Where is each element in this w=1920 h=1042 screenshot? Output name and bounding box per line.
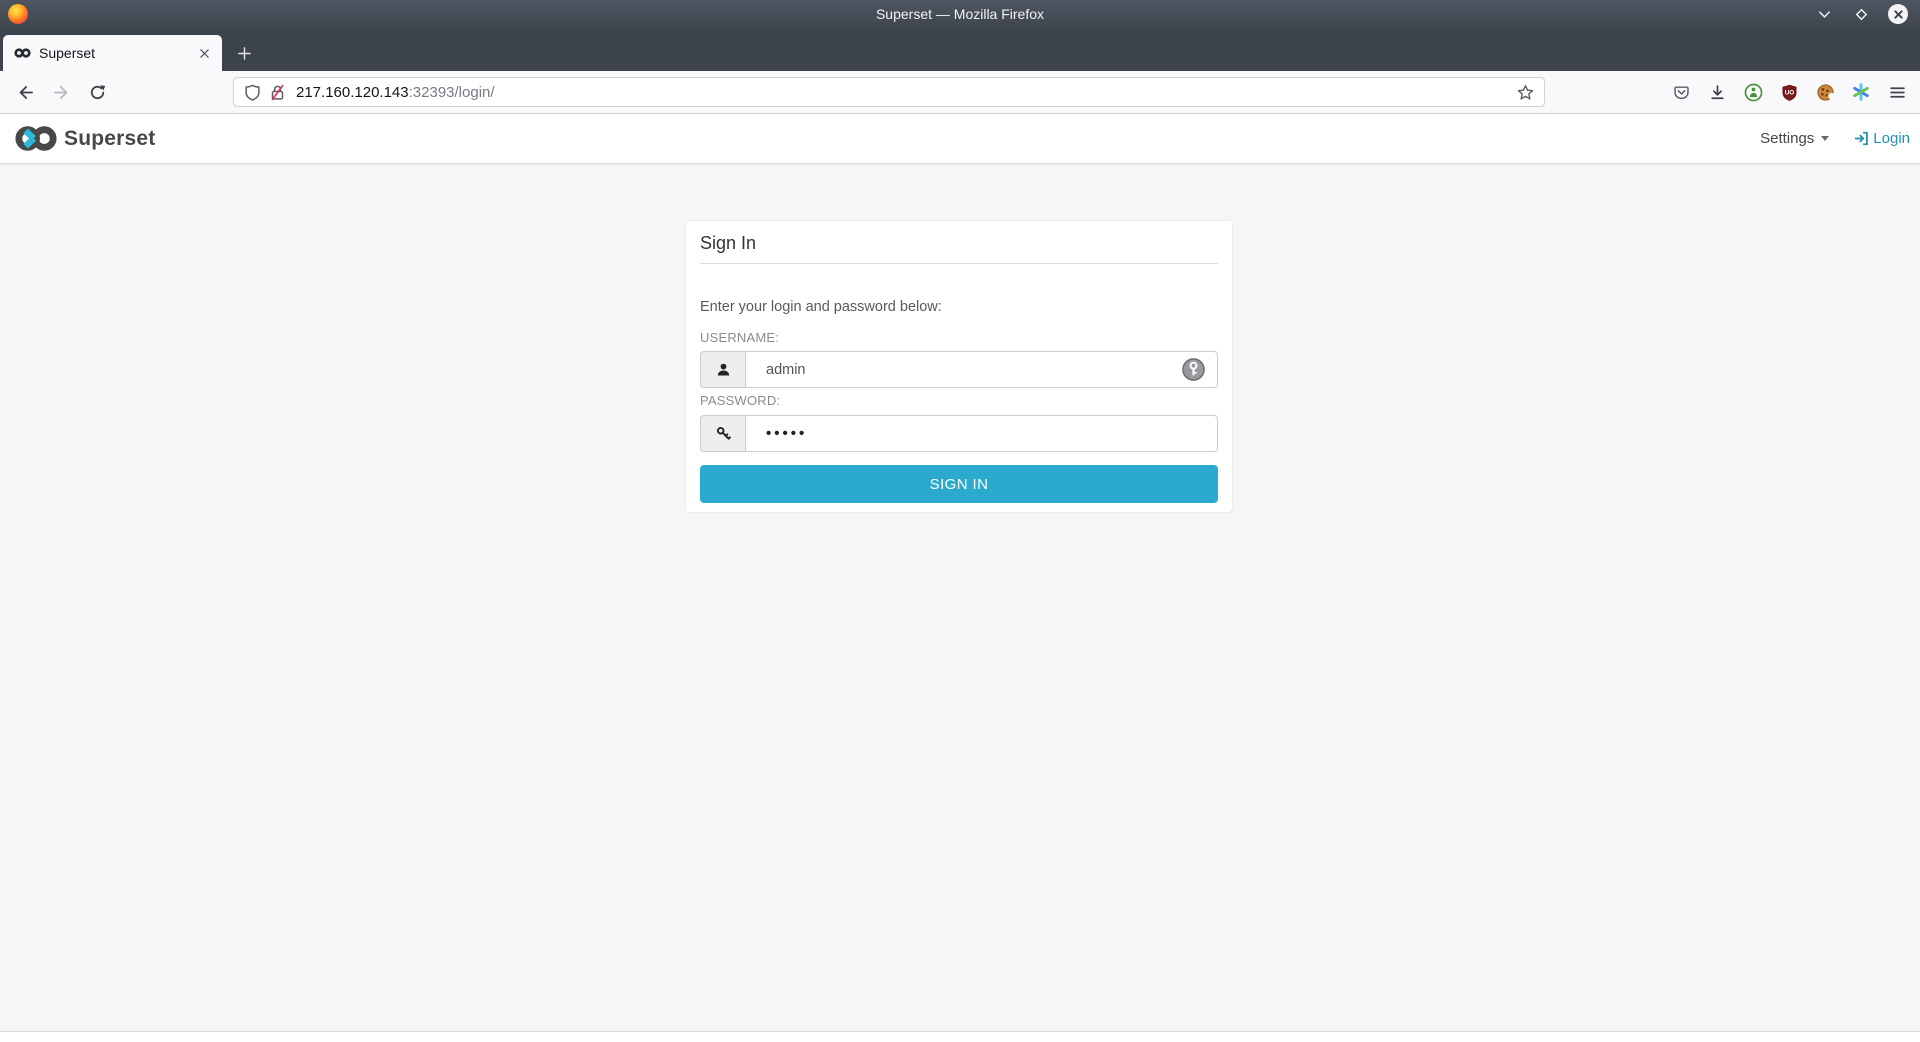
settings-label: Settings [1760, 130, 1814, 147]
menu-hamburger-icon[interactable] [1886, 81, 1908, 103]
username-label: USERNAME: [700, 330, 779, 345]
url-path: :32393/login/ [409, 84, 495, 101]
login-instruction: Enter your login and password below: [700, 299, 942, 315]
login-page: Sign In Enter your login and password be… [0, 164, 1920, 1031]
superset-favicon [14, 47, 31, 59]
window-titlebar: Superset — Mozilla Firefox [0, 0, 1920, 28]
superset-logo-icon [14, 125, 58, 152]
reload-icon[interactable] [82, 77, 112, 107]
password-manager-key-icon[interactable] [1181, 357, 1206, 382]
sign-in-button[interactable]: SIGN IN [700, 465, 1218, 503]
window-controls [1814, 4, 1920, 24]
sign-in-icon [1853, 130, 1870, 147]
key-icon [700, 415, 745, 452]
tab-close-icon[interactable] [194, 43, 214, 63]
url-bar[interactable]: 217.160.120.143:32393/login/ [233, 77, 1545, 107]
url-text[interactable]: 217.160.120.143:32393/login/ [296, 84, 495, 101]
password-group [700, 415, 1218, 452]
back-icon[interactable] [10, 77, 40, 107]
brand-name: Superset [64, 127, 155, 151]
bookmark-star-icon[interactable] [1517, 84, 1534, 101]
forward-icon[interactable] [46, 77, 76, 107]
superset-brand[interactable]: Superset [14, 125, 155, 152]
panel-divider [700, 263, 1218, 264]
navbar-right: Settings Login [1760, 130, 1910, 147]
tab-bar: Superset [0, 28, 1920, 71]
page-footer [0, 1031, 1920, 1042]
password-input[interactable] [745, 415, 1218, 452]
close-icon[interactable] [1888, 4, 1908, 24]
window-title: Superset — Mozilla Firefox [0, 6, 1920, 22]
consent-extension-icon[interactable] [1850, 81, 1872, 103]
settings-menu[interactable]: Settings [1760, 130, 1829, 147]
downloads-icon[interactable] [1706, 81, 1728, 103]
svg-text:UO: UO [1784, 89, 1794, 96]
pocket-icon[interactable] [1670, 81, 1692, 103]
privacy-extension-icon[interactable] [1742, 81, 1764, 103]
url-host: 217.160.120.143 [296, 84, 409, 101]
navigation-toolbar: 217.160.120.143:32393/login/ UO [0, 71, 1920, 114]
tab-superset[interactable]: Superset [3, 35, 222, 71]
chevron-down-icon [1821, 136, 1829, 141]
new-tab-button[interactable] [231, 40, 257, 66]
maximize-icon[interactable] [1851, 4, 1871, 24]
user-icon [700, 351, 745, 388]
minimize-icon[interactable] [1814, 4, 1834, 24]
login-label: Login [1873, 130, 1910, 147]
sign-in-panel: Sign In Enter your login and password be… [685, 220, 1233, 513]
password-label: PASSWORD: [700, 393, 780, 408]
cookie-extension-icon[interactable] [1814, 81, 1836, 103]
superset-navbar: Superset Settings Login [0, 114, 1920, 164]
panel-title: Sign In [700, 233, 756, 254]
username-group [700, 351, 1218, 388]
username-input[interactable] [745, 351, 1218, 388]
ublock-origin-icon[interactable]: UO [1778, 81, 1800, 103]
tab-title: Superset [39, 45, 194, 61]
toolbar-extensions: UO [1670, 81, 1908, 103]
login-link[interactable]: Login [1853, 130, 1910, 147]
tracking-protection-shield-icon[interactable] [244, 84, 261, 101]
insecure-lock-icon[interactable] [269, 84, 286, 101]
